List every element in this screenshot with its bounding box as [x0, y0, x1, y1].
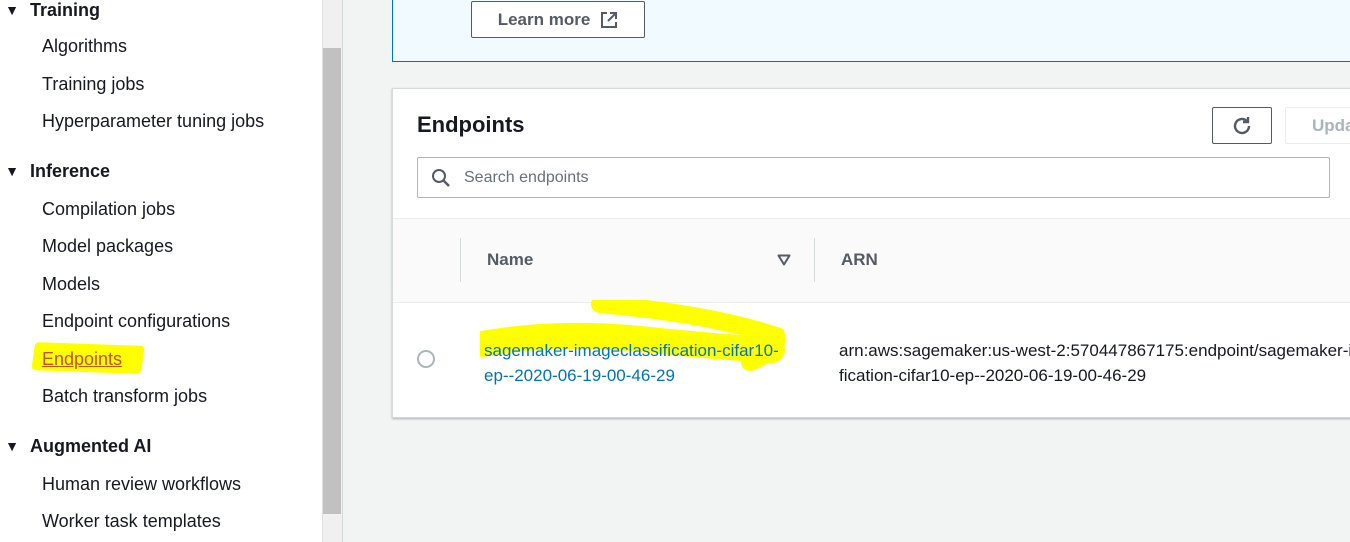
section-label: Inference	[30, 160, 111, 181]
endpoint-name-link[interactable]: sagemaker-imageclassification-cifar10-ep…	[484, 338, 784, 388]
sidebar-item-models[interactable]: Models	[42, 272, 100, 296]
learn-more-button[interactable]: Learn more	[471, 1, 645, 38]
sidebar-item-hyperparameter-tuning-jobs[interactable]: Hyperparameter tuning jobs	[42, 109, 264, 133]
external-link-icon	[601, 11, 618, 28]
section-label: Augmented AI	[30, 435, 152, 456]
update-endpoint-button[interactable]: Upda	[1285, 107, 1350, 144]
divider	[342, 0, 343, 542]
caret-down-icon: ▼	[5, 163, 19, 179]
row-select-radio[interactable]	[417, 350, 435, 368]
column-header-arn[interactable]: ARN	[841, 250, 878, 270]
sidebar-item-human-review-workflows[interactable]: Human review workflows	[42, 472, 241, 496]
column-header-name[interactable]: Name	[487, 250, 533, 270]
search-input[interactable]	[464, 168, 1304, 187]
sidebar-item-training-jobs[interactable]: Training jobs	[42, 72, 144, 96]
learn-more-label: Learn more	[497, 9, 591, 29]
sidebar-section-training[interactable]: ▼ Training	[0, 0, 100, 22]
sidebar-item-algorithms[interactable]: Algorithms	[42, 34, 127, 58]
sidebar-section-augmented-ai[interactable]: ▼ Augmented AI	[0, 434, 151, 458]
section-label: Training	[30, 0, 101, 20]
column-divider	[460, 238, 461, 282]
sidebar-item-endpoint-configurations[interactable]: Endpoint configurations	[42, 309, 230, 333]
refresh-icon	[1233, 116, 1251, 134]
sidebar-scrollbar-thumb[interactable]	[323, 48, 341, 514]
sidebar-item-model-packages[interactable]: Model packages	[42, 234, 173, 258]
search-field[interactable]	[417, 157, 1330, 198]
column-divider	[814, 238, 815, 282]
sort-descending-icon[interactable]	[777, 254, 791, 266]
caret-down-icon: ▼	[5, 2, 19, 18]
refresh-button[interactable]	[1212, 107, 1272, 144]
sidebar-item-compilation-jobs[interactable]: Compilation jobs	[42, 197, 175, 221]
sidebar-item-batch-transform-jobs[interactable]: Batch transform jobs	[42, 384, 207, 408]
sidebar-item-endpoints[interactable]: Endpoints	[42, 347, 122, 371]
search-icon	[418, 168, 464, 188]
sidebar-section-inference[interactable]: ▼ Inference	[0, 159, 110, 183]
endpoints-title: Endpoints	[417, 112, 525, 137]
sagemaker-console: ▼ Training Algorithms Training jobs Hype…	[0, 0, 1350, 542]
sidebar-nav: ▼ Training Algorithms Training jobs Hype…	[0, 0, 322, 542]
endpoint-arn: arn:aws:sagemaker:us-west-2:570447867175…	[839, 341, 1350, 385]
sidebar-item-worker-task-templates[interactable]: Worker task templates	[42, 509, 221, 533]
caret-down-icon: ▼	[5, 438, 19, 454]
